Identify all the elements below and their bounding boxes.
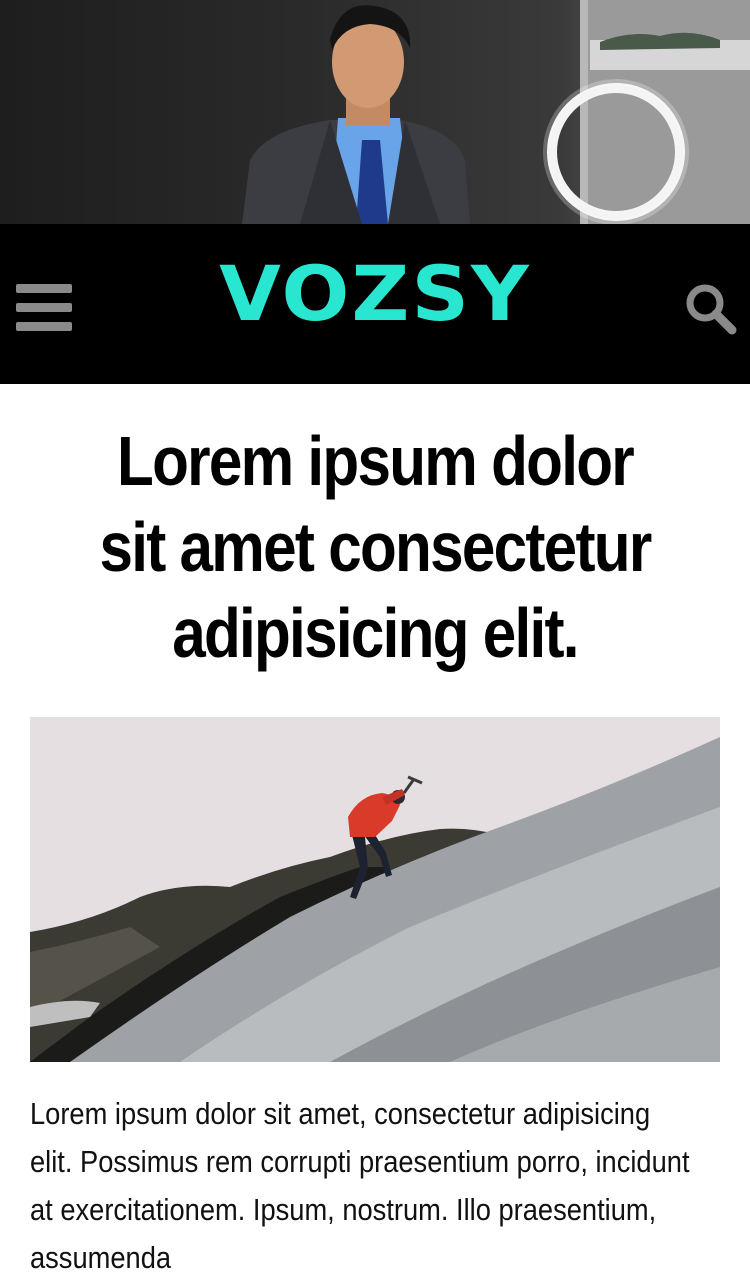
- article-title: Lorem ipsum dolor sit amet consectetur a…: [99, 422, 652, 672]
- hero-photo: [242, 0, 750, 224]
- glacier-climber-photo: [30, 717, 720, 1062]
- hero-image: [0, 0, 750, 224]
- article-body: Lorem ipsum dolor sit amet, consectetur …: [30, 1096, 690, 1275]
- article-image: [30, 717, 720, 1062]
- search-icon[interactable]: [684, 282, 738, 336]
- search-icon-glyph: [686, 284, 737, 335]
- site-logo[interactable]: VOZSY: [0, 254, 750, 334]
- site-header: VOZSY: [0, 224, 750, 384]
